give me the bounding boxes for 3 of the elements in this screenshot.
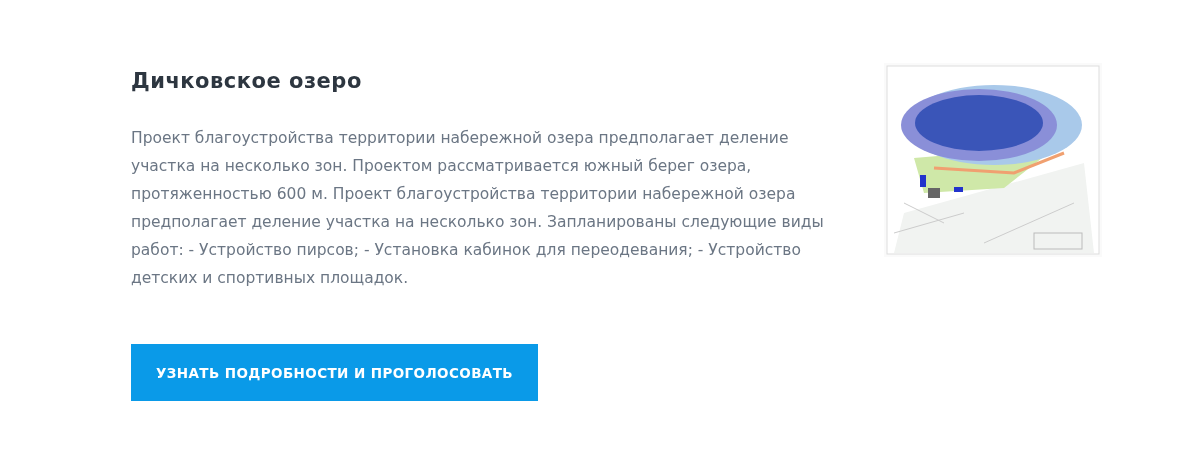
project-description: Проект благоустройства территории набережной озера предполагает деление участка на несколько зон. Проектом рассматривается южный берег озера, протяженностью 600 м. Проект благоустройства территории набережной озера предполагает деление участка на несколько зон. Запланированы следующие виды работ: - Устройство пирсов; - Установка кабинок для переодевания; - Устройство детских и спортивных площадок. — [131, 128, 825, 289]
details-vote-button[interactable]: УЗНАТЬ ПОДРОБНОСТИ И ПРОГОЛОСОВАТЬ — [131, 344, 538, 401]
project-title: Дичковское озеро — [131, 68, 363, 95]
